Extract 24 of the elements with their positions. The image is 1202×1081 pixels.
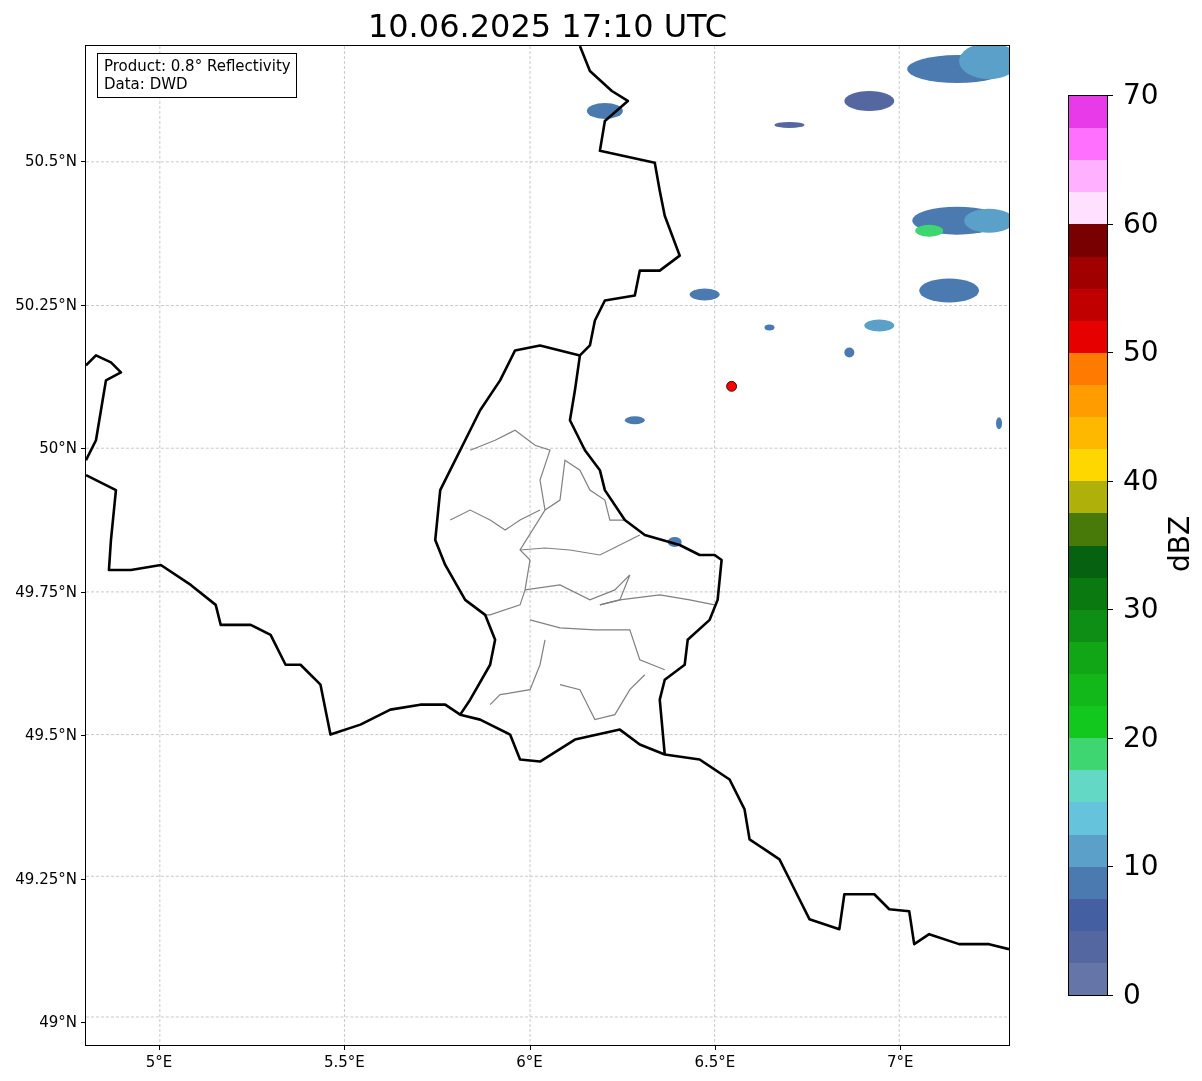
latitude-label: 49.5°N	[24, 726, 77, 744]
colorbar-tick-label: 60	[1123, 209, 1159, 238]
colorbar-tick-label: 30	[1123, 595, 1159, 624]
chart-title: 10.06.2025 17:10 UTC	[366, 6, 729, 45]
info-text: Data: DWD	[104, 75, 189, 93]
longitude-label: 5.5°E	[323, 1053, 365, 1071]
colorbar-tick-label: 50	[1123, 338, 1159, 367]
colorbar-tick-label: 0	[1123, 981, 1141, 1009]
info-text: Product: 0.8° Reflectivity	[104, 57, 291, 75]
colorbar-tick-label: 10	[1123, 852, 1159, 881]
colorbar-tick-label: 70	[1123, 81, 1159, 109]
longitude-label: 6°E	[516, 1053, 543, 1071]
latitude-label: 50.5°N	[24, 152, 77, 170]
longitude-label: 6.5°E	[694, 1053, 736, 1071]
latitude-label: 49.25°N	[15, 869, 77, 888]
longitude-label: 7°E	[886, 1053, 914, 1071]
latitude-label: 50.25°N	[15, 295, 77, 314]
latitude-label: 49.75°N	[15, 582, 77, 601]
colorbar-tick-label: 20	[1123, 723, 1159, 752]
colorbar-tick-label: 40	[1123, 466, 1159, 495]
colorbar-label: dBZ	[1166, 515, 1195, 573]
longitude-label: 5°E	[145, 1053, 173, 1071]
latitude-label: 50°N	[39, 439, 77, 457]
latitude-label: 49°N	[39, 1013, 77, 1031]
